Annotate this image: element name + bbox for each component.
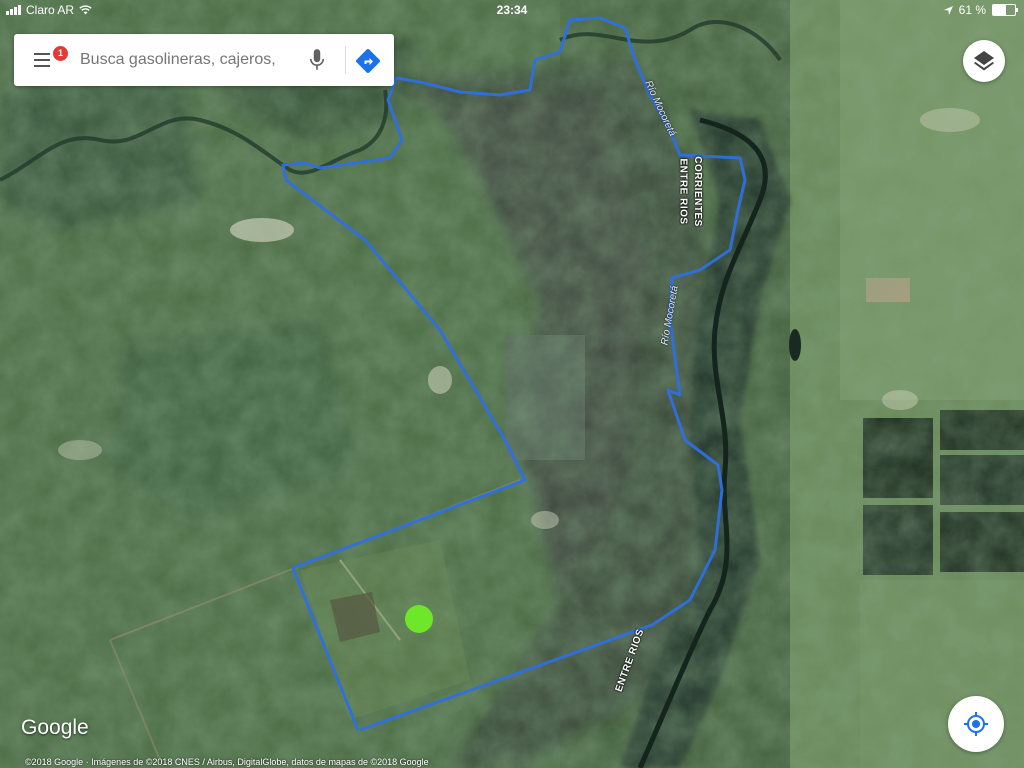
battery-percent: 61 %: [958, 3, 986, 17]
layers-icon: [974, 51, 994, 71]
label-entre-rios-top: ENTRE RIOS: [677, 158, 689, 225]
route-overlay: [281, 16, 747, 732]
label-corrientes: CORRIENTES: [691, 156, 703, 227]
hamburger-menu-icon: [34, 53, 50, 55]
satellite-map[interactable]: [0, 0, 1024, 768]
boundary-route: [281, 16, 747, 732]
status-time: 23:34: [496, 3, 528, 17]
layers-button[interactable]: [963, 40, 1005, 82]
location-marker[interactable]: [405, 605, 433, 633]
search-input[interactable]: [80, 48, 285, 72]
status-right: 61 %: [943, 3, 1018, 17]
voice-search-button[interactable]: [304, 47, 330, 73]
hamburger-bar: [34, 59, 50, 61]
search-bar: 1: [14, 34, 394, 86]
my-location-icon: [964, 712, 988, 736]
location-arrow-icon: [943, 5, 953, 15]
menu-button[interactable]: 1: [28, 46, 68, 73]
battery-icon: [992, 4, 1018, 16]
my-location-button[interactable]: [948, 696, 1004, 752]
google-logo: Google: [21, 716, 89, 739]
hamburger-bar: [34, 65, 50, 67]
search-divider: [345, 46, 346, 74]
status-bar: Claro AR 23:34 61 %: [0, 0, 1024, 20]
microphone-icon: [309, 49, 325, 70]
battery-fill: [993, 5, 1007, 15]
map-copyright[interactable]: ©2018 Google · Imágenes de ©2018 CNES / …: [25, 757, 429, 767]
directions-icon: [356, 49, 380, 73]
directions-button[interactable]: [354, 47, 382, 75]
notification-badge: 1: [53, 46, 68, 61]
